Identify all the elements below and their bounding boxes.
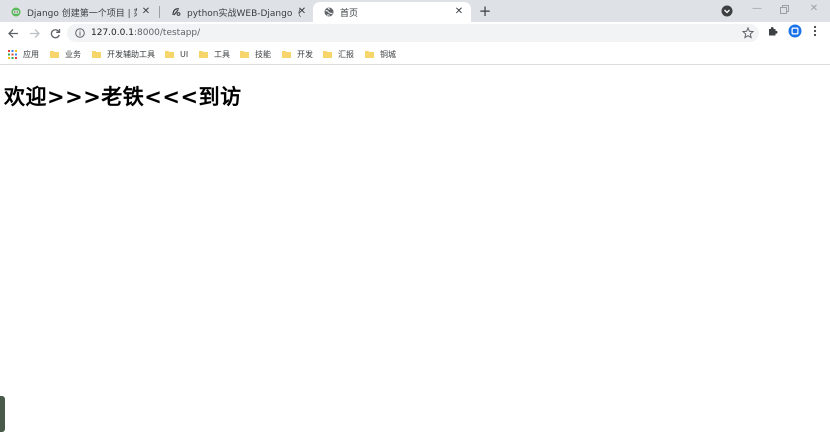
bookmark-label: UI (180, 49, 189, 59)
bookmark-label: 技能 (255, 49, 271, 59)
bookmark-folder-dev[interactable]: 开发 (282, 44, 313, 64)
bookmark-label: 工具 (214, 49, 230, 59)
bookmark-folder-ui[interactable]: UI (165, 44, 188, 64)
bookmarks-bar: 应用 业务 开发辅助工具 UI 工具 技能 开发 汇报 铜城 (0, 44, 830, 65)
bookmark-folder-tools[interactable]: 工具 (199, 44, 230, 64)
tab-title: 首页 (340, 8, 359, 19)
bookmark-label: 开发辅助工具 (107, 49, 155, 59)
restore-button[interactable] (772, 1, 796, 17)
arrow-left-icon (7, 28, 18, 38)
bookmark-label: 业务 (65, 49, 81, 59)
url-host: 127.0.0.1 (91, 28, 134, 38)
folder-icon (199, 51, 208, 58)
folder-icon (50, 51, 59, 58)
bookmark-label: 铜城 (380, 49, 396, 59)
close-icon[interactable]: ✕ (296, 6, 308, 18)
restore-icon (779, 4, 789, 14)
bookmark-folder-skills[interactable]: 技能 (240, 44, 271, 64)
reload-button[interactable] (47, 25, 63, 41)
django-favicon-icon (172, 8, 181, 16)
close-window-button[interactable]: ✕ (802, 1, 826, 17)
info-icon[interactable] (75, 28, 85, 38)
folder-icon (365, 51, 374, 58)
tab-django-tutorial[interactable]: Django 创建第一个项目 | 菜鸟教 ✕ (0, 2, 158, 22)
bookmark-folder-report[interactable]: 汇报 (323, 44, 354, 64)
tab-strip: Django 创建第一个项目 | 菜鸟教 ✕ python实战WEB-Djang… (0, 0, 830, 22)
tab-search-icon[interactable] (721, 5, 733, 17)
globe-icon (324, 7, 334, 17)
puzzle-piece-icon[interactable] (767, 25, 779, 37)
folder-icon (165, 51, 174, 58)
tab-title: python实战WEB-Django（一） (187, 8, 301, 19)
navigation-toolbar: 127.0.0.1:8000/testapp/ (0, 22, 830, 44)
close-icon[interactable]: ✕ (140, 6, 152, 18)
bookmark-label: 开发 (297, 49, 313, 59)
address-bar[interactable]: 127.0.0.1:8000/testapp/ (67, 24, 759, 42)
folder-icon (92, 51, 101, 58)
bookmark-star-icon[interactable] (742, 27, 754, 39)
folder-icon (240, 51, 249, 58)
reload-icon (50, 28, 60, 38)
tab-title: Django 创建第一个项目 | 菜鸟教 (27, 8, 137, 19)
more-vertical-icon[interactable] (810, 25, 820, 37)
page-heading: 欢迎>>>老铁<<<到访 (4, 85, 242, 109)
bookmark-folder-business[interactable]: 业务 (50, 44, 81, 64)
browser-window: Django 创建第一个项目 | 菜鸟教 ✕ python实战WEB-Djang… (0, 0, 830, 441)
side-dock-handle[interactable] (0, 396, 5, 432)
bookmark-folder-tongcheng[interactable]: 铜城 (365, 44, 396, 64)
url-path: :8000/testapp/ (133, 28, 201, 38)
arrow-right-icon (29, 28, 40, 38)
minimize-button[interactable]: — (745, 1, 769, 17)
close-icon[interactable]: ✕ (453, 6, 465, 18)
tab-python-django[interactable]: python实战WEB-Django（一） ✕ (160, 2, 314, 22)
folder-icon (323, 51, 332, 58)
bookmark-label: 应用 (23, 49, 39, 59)
new-tab-button[interactable]: + (477, 3, 493, 19)
folder-icon (282, 51, 291, 58)
runoob-favicon-icon (11, 7, 21, 17)
page-viewport: 欢迎>>>老铁<<<到访 (0, 65, 830, 441)
bookmark-label: 汇报 (338, 49, 354, 59)
profile-avatar-icon[interactable] (788, 24, 802, 38)
apps-grid-icon (8, 49, 17, 59)
tab-home[interactable]: 首页 ✕ (313, 2, 471, 22)
url-text[interactable]: 127.0.0.1:8000/testapp/ (91, 24, 200, 42)
bookmark-apps[interactable]: 应用 (8, 44, 39, 64)
back-button[interactable] (5, 25, 21, 41)
forward-button[interactable] (26, 25, 42, 41)
bookmark-folder-dev-tools[interactable]: 开发辅助工具 (92, 44, 155, 64)
